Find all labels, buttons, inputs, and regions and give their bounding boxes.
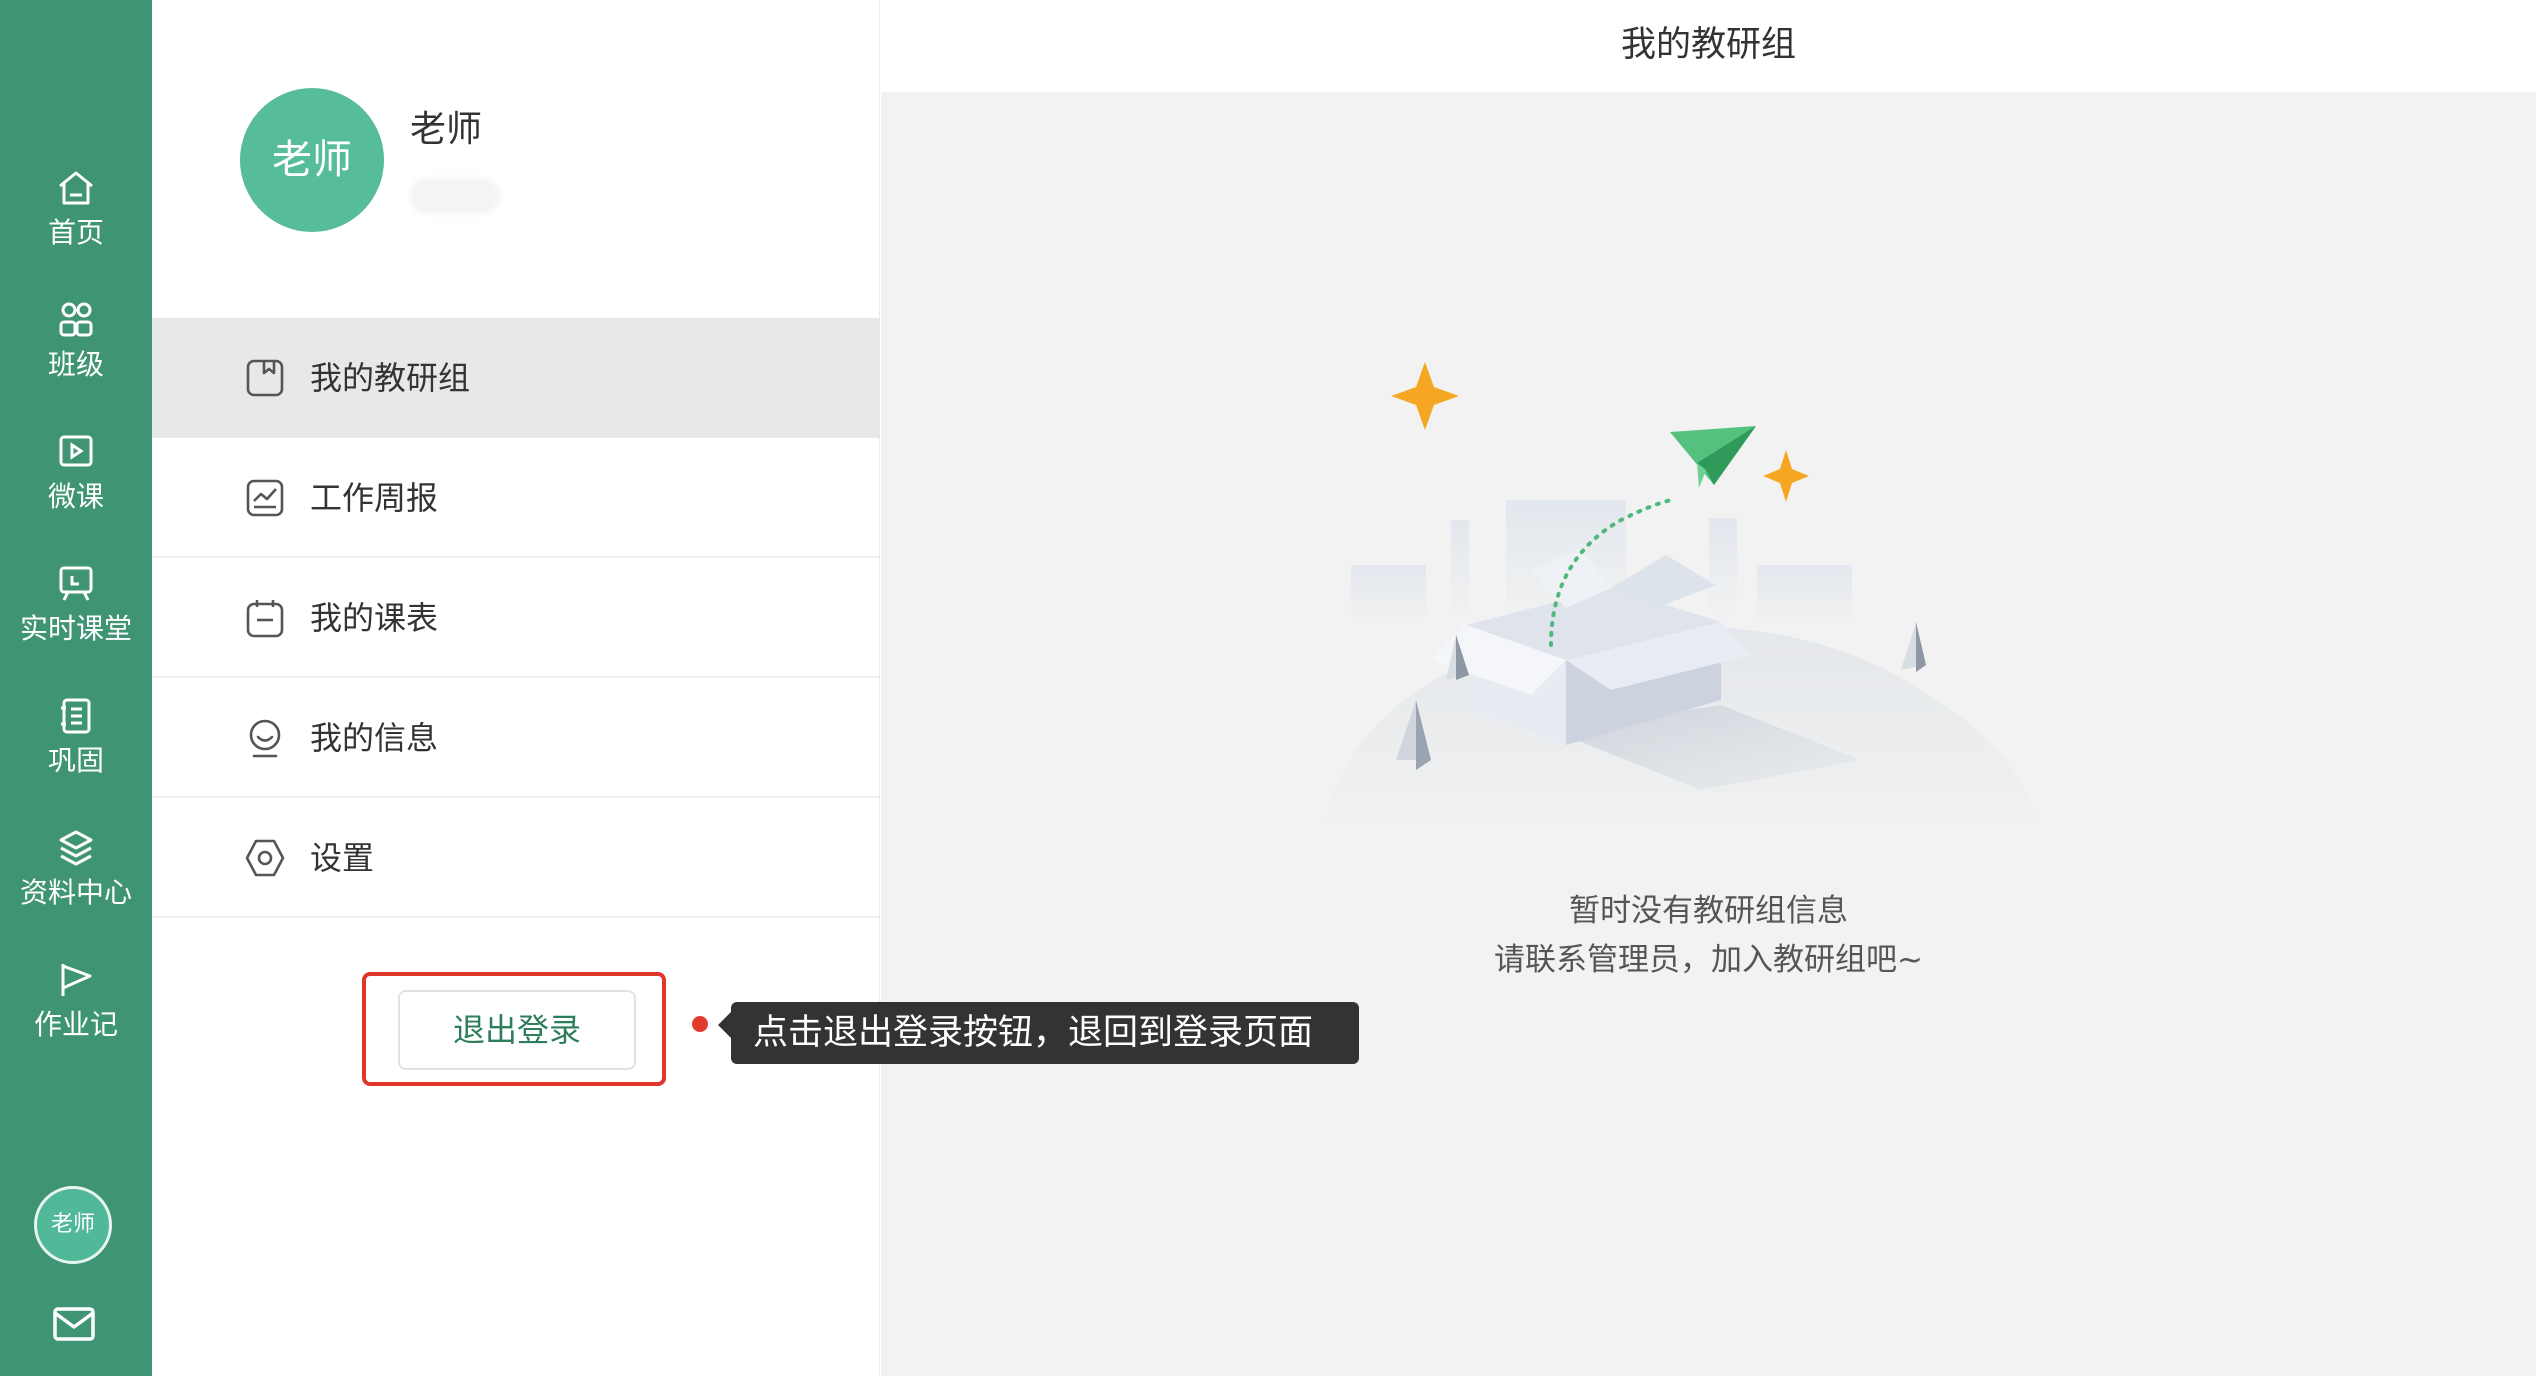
menu-label-weekly-report: 工作周报 <box>310 479 439 517</box>
notebook-icon <box>61 698 91 734</box>
tooltip-arrow <box>718 1011 732 1039</box>
user-info-icon <box>249 719 281 758</box>
profile-panel: 老师 老师 我的教研组 工作周报 我的课表 我的信息 设置 退出登录 <box>152 0 880 1376</box>
home-icon <box>59 171 93 205</box>
nav-item-microlesson[interactable]: 微课 <box>0 430 152 540</box>
nav-label-live-class: 实时课堂 <box>19 612 132 645</box>
menu-item-my-schedule[interactable]: 我的课表 <box>152 558 880 678</box>
menu-item-weekly-report[interactable]: 工作周报 <box>152 438 880 558</box>
nav-label-class: 班级 <box>47 348 104 381</box>
mail-icon[interactable] <box>52 1305 96 1345</box>
layers-icon <box>59 830 93 866</box>
profile-user-subtitle-blurred <box>410 178 500 214</box>
nav-item-resource-center[interactable]: 资料中心 <box>0 826 152 936</box>
menu-item-settings[interactable]: 设置 <box>152 798 880 918</box>
video-icon <box>59 435 93 467</box>
calendar-icon <box>246 600 284 638</box>
chart-report-icon <box>246 479 284 517</box>
logout-button[interactable]: 退出登录 <box>398 990 636 1070</box>
empty-state-title: 暂时没有教研组信息 <box>1569 893 1848 929</box>
bookmark-book-icon <box>246 359 284 397</box>
app-window: 首页 班级 微课 实时课堂 巩固 资料中心 作业记 老师 老师 老师 我的教研组… <box>0 0 2536 1376</box>
live-board-icon <box>59 566 93 601</box>
menu-label-settings: 设置 <box>310 839 375 877</box>
logout-highlight-box: 退出登录 <box>362 972 666 1086</box>
nav-label-home: 首页 <box>47 216 104 249</box>
nav-label-microlesson: 微课 <box>47 480 104 513</box>
rail-avatar[interactable]: 老师 <box>34 1186 112 1264</box>
content-header: 我的教研组 <box>881 0 2536 92</box>
guide-tooltip: 点击退出登录按钮，退回到登录页面 <box>731 1002 1359 1064</box>
empty-state-hint: 请联系管理员，加入教研组吧~ <box>1494 942 1923 978</box>
nav-item-home[interactable]: 首页 <box>0 166 152 276</box>
nav-item-consolidate[interactable]: 巩固 <box>0 694 152 804</box>
menu-item-my-info[interactable]: 我的信息 <box>152 678 880 798</box>
nav-label-resource-center: 资料中心 <box>19 876 132 909</box>
menu-label-my-info: 我的信息 <box>310 719 439 757</box>
menu-item-my-research-group[interactable]: 我的教研组 <box>152 318 880 438</box>
settings-icon <box>245 839 285 877</box>
empty-state-illustration <box>1321 362 2041 830</box>
users-icon <box>59 302 93 337</box>
tooltip-marker-dot <box>692 1016 708 1032</box>
profile-user-name: 老师 <box>410 109 483 150</box>
page-title: 我的教研组 <box>1620 25 1796 65</box>
profile-avatar[interactable]: 老师 <box>240 88 384 232</box>
nav-item-class[interactable]: 班级 <box>0 298 152 408</box>
profile-menu: 我的教研组 工作周报 我的课表 我的信息 设置 <box>152 318 880 918</box>
nav-item-live-class[interactable]: 实时课堂 <box>0 562 152 672</box>
nav-label-homework: 作业记 <box>33 1008 118 1041</box>
nav-item-homework[interactable]: 作业记 <box>0 958 152 1068</box>
main-content: 我的教研组 暂时没有教研组信息 请联系管理员，加入教研组吧~ <box>881 0 2536 1376</box>
left-nav-rail: 首页 班级 微课 实时课堂 巩固 资料中心 作业记 老师 <box>0 0 152 1376</box>
nav-label-consolidate: 巩固 <box>47 744 104 777</box>
menu-label-my-research-group: 我的教研组 <box>310 359 471 397</box>
flag-icon <box>61 964 92 996</box>
menu-label-my-schedule: 我的课表 <box>310 599 439 637</box>
